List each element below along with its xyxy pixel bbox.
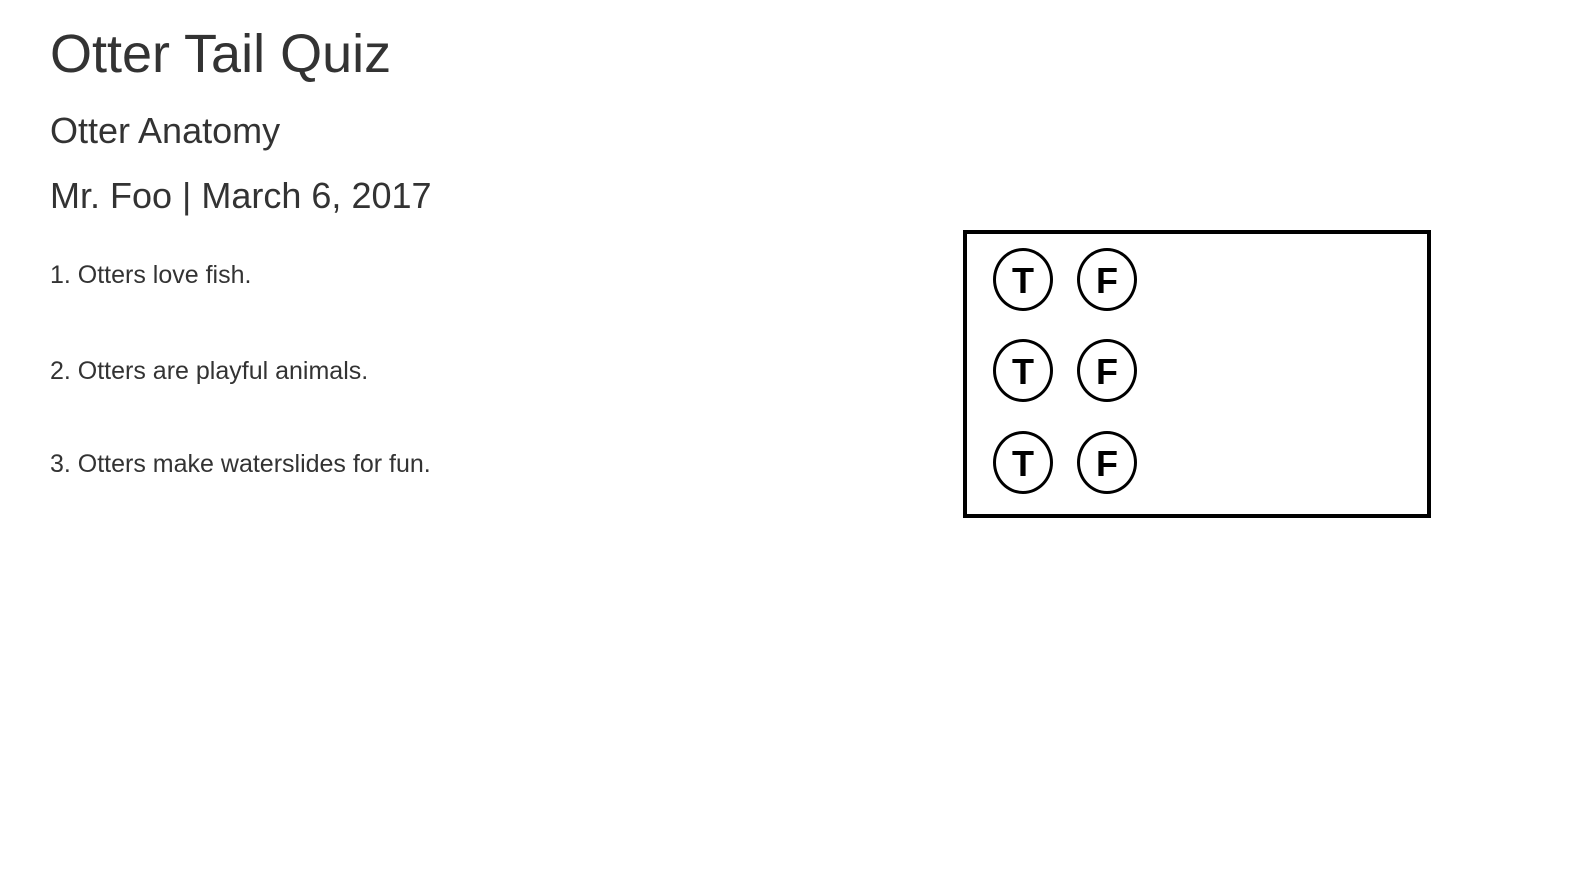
teacher-name: Mr. Foo bbox=[50, 175, 173, 216]
quiz-subject: Otter Anatomy bbox=[50, 110, 281, 151]
quiz-meta: Mr. Foo | March 6, 2017 bbox=[50, 174, 432, 218]
answer-sheet: T F T F T F bbox=[963, 230, 1431, 518]
answer-2-true-bubble[interactable]: T bbox=[993, 339, 1053, 402]
quiz-date: March 6, 2017 bbox=[201, 175, 432, 216]
answer-1-false-bubble[interactable]: F bbox=[1077, 248, 1137, 311]
question-2: 2. Otters are playful animals. bbox=[50, 357, 369, 385]
answer-1-true-bubble[interactable]: T bbox=[993, 248, 1053, 311]
answer-2-false-bubble[interactable]: F bbox=[1077, 339, 1137, 402]
quiz-title: Otter Tail Quiz bbox=[50, 24, 392, 84]
answer-3-false-bubble[interactable]: F bbox=[1077, 431, 1137, 494]
answer-3-true-bubble[interactable]: T bbox=[993, 431, 1053, 494]
question-1: 1. Otters love fish. bbox=[50, 261, 252, 289]
answer-row-2: T F bbox=[993, 339, 1137, 402]
answer-row-1: T F bbox=[993, 248, 1137, 311]
meta-separator: | bbox=[182, 175, 192, 216]
answer-row-3: T F bbox=[993, 431, 1137, 494]
question-3: 3. Otters make waterslides for fun. bbox=[50, 450, 431, 478]
